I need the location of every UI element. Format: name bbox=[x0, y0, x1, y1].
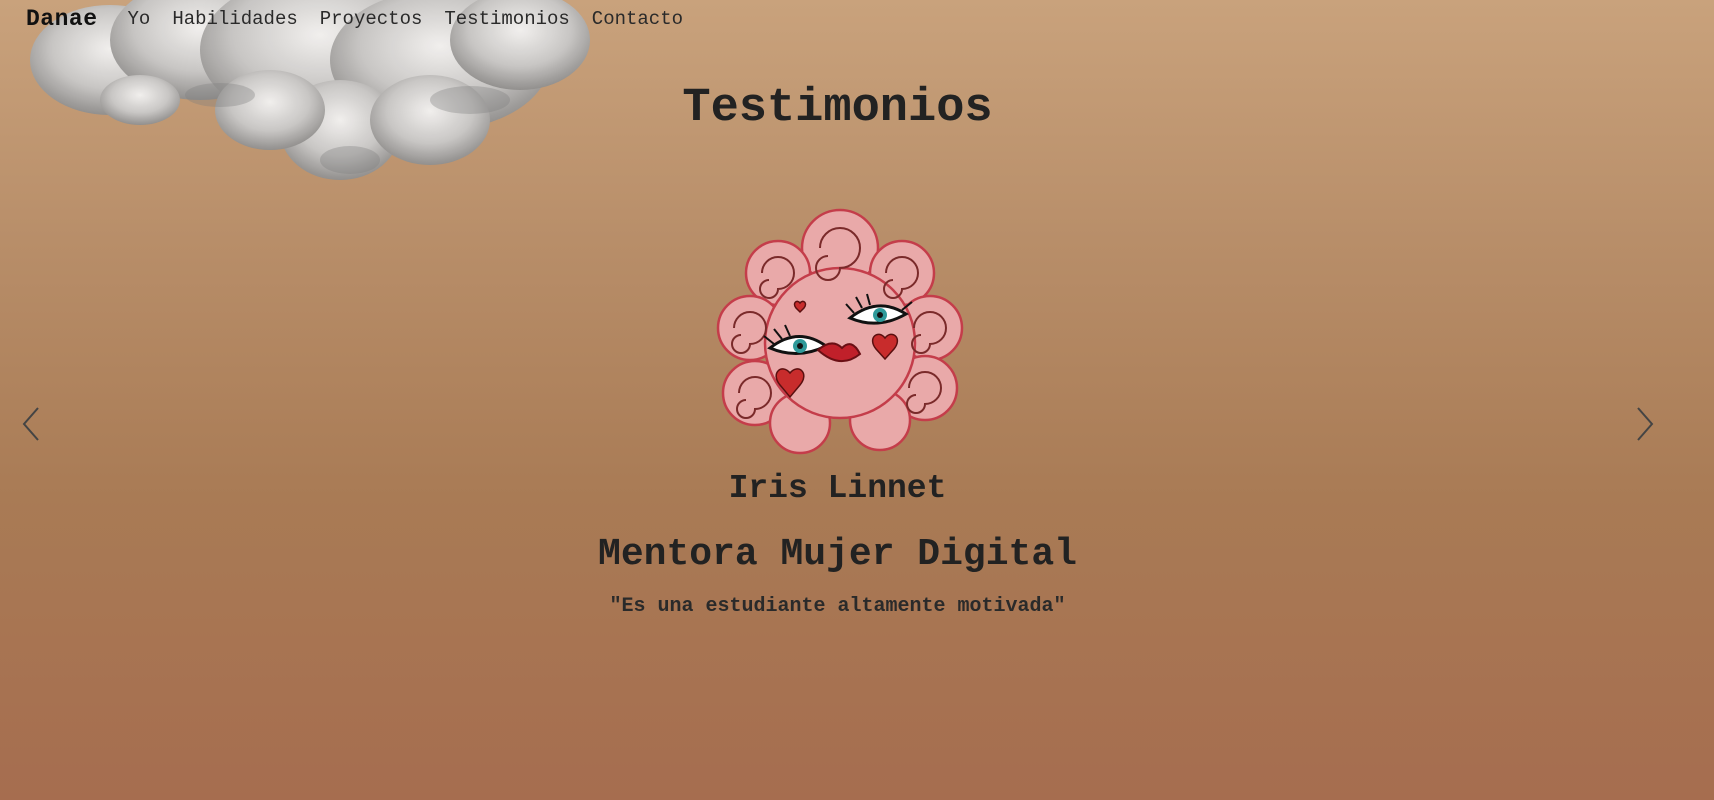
chevron-right-icon bbox=[1637, 407, 1654, 441]
nav-link-yo[interactable]: Yo bbox=[128, 8, 151, 30]
carousel-next-button[interactable] bbox=[1628, 402, 1662, 446]
nav-link-contacto[interactable]: Contacto bbox=[592, 8, 683, 30]
testimonial-name: Iris Linnet bbox=[728, 470, 947, 507]
chevron-left-icon bbox=[22, 407, 39, 441]
nav-link-habilidades[interactable]: Habilidades bbox=[172, 8, 297, 30]
nav-link-proyectos[interactable]: Proyectos bbox=[320, 8, 423, 30]
brand-logo[interactable]: Danae bbox=[26, 6, 98, 32]
nav-links: Yo Habilidades Proyectos Testimonios Con… bbox=[128, 8, 684, 30]
testimonial-quote: "Es una estudiante altamente motivada" bbox=[609, 595, 1066, 618]
carousel-prev-button[interactable] bbox=[14, 402, 48, 446]
nav-link-testimonios[interactable]: Testimonios bbox=[444, 8, 569, 30]
testimonial-role: Mentora Mujer Digital bbox=[598, 533, 1077, 576]
section-title: Testimonios bbox=[682, 82, 993, 135]
top-navbar: Danae Yo Habilidades Proyectos Testimoni… bbox=[0, 0, 683, 38]
testimonial-avatar bbox=[716, 208, 964, 455]
